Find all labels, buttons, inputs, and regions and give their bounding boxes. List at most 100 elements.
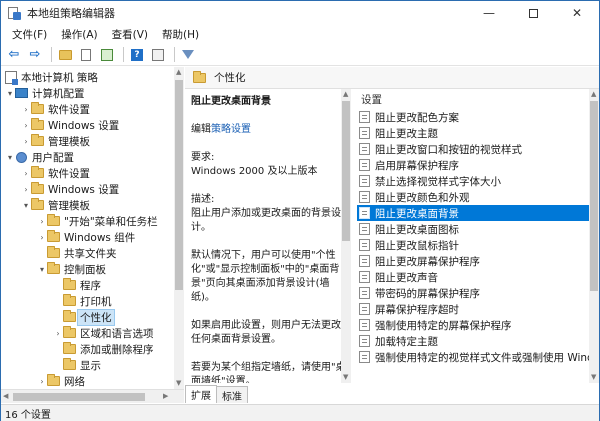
list-item[interactable]: 阻止更改窗口和按钮的视觉样式 xyxy=(357,141,591,157)
scrollbar-thumb[interactable] xyxy=(175,80,183,290)
tree-item-user-config[interactable]: ▾ 用户配置 xyxy=(5,149,74,165)
edit-policy-link[interactable]: 策略设置 xyxy=(211,124,251,135)
list-item-selected[interactable]: 阻止更改桌面背景 xyxy=(357,205,591,221)
tree-item-add-remove[interactable]: 添加或删除程序 xyxy=(53,341,154,357)
chevron-right-icon[interactable]: › xyxy=(37,217,47,226)
chevron-down-icon[interactable]: ▾ xyxy=(37,265,47,274)
list-item[interactable]: 阻止更改主题 xyxy=(357,125,591,141)
tree-item-user-software[interactable]: › 软件设置 xyxy=(21,165,90,181)
list-item[interactable]: 强制使用特定的屏幕保护程序 xyxy=(357,317,591,333)
list-item-label: 阻止更改声音 xyxy=(375,271,438,284)
chevron-right-icon[interactable]: › xyxy=(21,169,31,178)
tab-extended[interactable]: 扩展 xyxy=(185,385,217,403)
tree-item-label: Windows 设置 xyxy=(48,183,120,196)
tree-item-start-menu[interactable]: › "开始"菜单和任务栏 xyxy=(37,213,158,229)
tree-item-user-windows[interactable]: › Windows 设置 xyxy=(21,181,119,197)
policy-setting-icon xyxy=(359,159,370,171)
list-item[interactable]: 启用屏幕保护程序 xyxy=(357,157,591,173)
chevron-right-icon[interactable]: › xyxy=(53,329,63,338)
tree-item-display[interactable]: 显示 xyxy=(53,357,101,373)
tree-item-user-admin[interactable]: ▾ 管理模板 xyxy=(21,197,90,213)
scroll-right-icon[interactable]: ▶ xyxy=(163,392,168,400)
minimize-button[interactable]: — xyxy=(467,1,511,25)
tree-item-control-panel[interactable]: ▾ 控制面板 xyxy=(37,261,106,277)
tree-item-root[interactable]: 本地计算机 策略 xyxy=(5,69,98,85)
chevron-right-icon[interactable]: › xyxy=(37,377,47,386)
title-bar: 本地组策略编辑器 — ✕ xyxy=(1,1,599,25)
chevron-right-icon[interactable]: › xyxy=(21,137,31,146)
list-item-label: 启用屏幕保护程序 xyxy=(375,159,459,172)
scroll-down-icon[interactable]: ▼ xyxy=(176,379,181,387)
list-item[interactable]: 阻止更改颜色和外观 xyxy=(357,189,591,205)
menu-help[interactable]: 帮助(H) xyxy=(155,27,206,42)
policy-document-icon xyxy=(5,70,18,85)
console-button[interactable] xyxy=(149,46,167,64)
list-item-label: 带密码的屏幕保护程序 xyxy=(375,287,480,300)
menu-view[interactable]: 查看(V) xyxy=(105,27,155,42)
chevron-down-icon[interactable]: ▾ xyxy=(5,153,15,162)
tree-item-computer-software[interactable]: › 软件设置 xyxy=(21,101,90,117)
help-button[interactable]: ? xyxy=(128,46,146,64)
tree-item-windows-components[interactable]: › Windows 组件 xyxy=(37,229,135,245)
list-item[interactable]: 阻止更改屏幕保护程序 xyxy=(357,253,591,269)
tree-item-programs[interactable]: 程序 xyxy=(53,277,101,293)
tree-item-shared-folders[interactable]: 共享文件夹 xyxy=(37,245,117,261)
scroll-down-icon[interactable]: ▼ xyxy=(591,373,596,381)
maximize-button[interactable] xyxy=(511,1,555,25)
tree-item-computer-admin[interactable]: › 管理模板 xyxy=(21,133,90,149)
tree-item-personalization[interactable]: 个性化 xyxy=(53,308,115,326)
tree-horizontal-scrollbar[interactable]: ◀ ▶ xyxy=(1,389,184,403)
scrollbar-thumb[interactable] xyxy=(590,101,598,291)
scroll-up-icon[interactable]: ▲ xyxy=(176,68,181,76)
properties-button[interactable] xyxy=(77,46,95,64)
list-item[interactable]: 阻止更改桌面图标 xyxy=(357,221,591,237)
list-item[interactable]: 加载特定主题 xyxy=(357,333,591,349)
menu-file[interactable]: 文件(F) xyxy=(5,27,54,42)
back-button[interactable]: ⇦ xyxy=(5,46,23,64)
up-folder-button[interactable] xyxy=(56,46,74,64)
description-scrollbar[interactable]: ▲ ▼ xyxy=(341,89,351,383)
tree-item-computer-config[interactable]: ▾ 计算机配置 xyxy=(5,85,85,101)
tree-item-computer-windows[interactable]: › Windows 设置 xyxy=(21,117,119,133)
tab-standard[interactable]: 标准 xyxy=(216,386,248,403)
list-item[interactable]: 强制使用特定的视觉样式文件或强制使用 Windows 经典 xyxy=(357,349,599,365)
tree-vertical-scrollbar[interactable]: ▲ ▼ xyxy=(174,67,184,389)
export-button[interactable] xyxy=(98,46,116,64)
policy-setting-icon xyxy=(359,111,370,123)
list-item[interactable]: 阻止更改配色方案 xyxy=(357,109,591,125)
chevron-right-icon[interactable]: › xyxy=(21,105,31,114)
close-button[interactable]: ✕ xyxy=(555,1,599,25)
list-item[interactable]: 禁止选择视觉样式字体大小 xyxy=(357,173,591,189)
list-item-label: 阻止更改颜色和外观 xyxy=(375,191,470,204)
chevron-right-icon[interactable]: › xyxy=(21,121,31,130)
tree-item-label: 网络 xyxy=(64,375,85,388)
edit-line: 编辑策略设置 xyxy=(191,123,346,137)
list-item[interactable]: 屏幕保护程序超时 xyxy=(357,301,591,317)
filter-button[interactable] xyxy=(179,46,197,64)
column-header-setting[interactable]: 设置 xyxy=(351,89,599,109)
tree-item-network[interactable]: › 网络 xyxy=(37,373,85,389)
scrollbar-thumb[interactable] xyxy=(342,101,350,241)
scrollbar-thumb[interactable] xyxy=(13,393,145,401)
tree-item-label: 共享文件夹 xyxy=(64,247,117,260)
folder-icon xyxy=(63,294,76,306)
menu-action[interactable]: 操作(A) xyxy=(54,27,104,42)
scroll-left-icon[interactable]: ◀ xyxy=(3,392,8,400)
tree-item-printers[interactable]: 打印机 xyxy=(53,293,112,309)
scroll-up-icon[interactable]: ▲ xyxy=(343,90,348,98)
list-vertical-scrollbar[interactable]: ▲ ▼ xyxy=(589,89,599,383)
policy-setting-icon xyxy=(359,303,370,315)
scroll-up-icon[interactable]: ▲ xyxy=(591,90,596,98)
list-item[interactable]: 阻止更改声音 xyxy=(357,269,591,285)
chevron-down-icon[interactable]: ▾ xyxy=(5,89,15,98)
chevron-down-icon[interactable]: ▾ xyxy=(21,201,31,210)
scroll-down-icon[interactable]: ▼ xyxy=(343,373,348,381)
list-item[interactable]: 带密码的屏幕保护程序 xyxy=(357,285,591,301)
tree-item-regional[interactable]: › 区域和语言选项 xyxy=(53,325,154,341)
chevron-right-icon[interactable]: › xyxy=(37,233,47,242)
list-item[interactable]: 阻止更改鼠标指针 xyxy=(357,237,591,253)
forward-button[interactable]: ⇨ xyxy=(26,46,44,64)
tree-item-label: 添加或删除程序 xyxy=(80,343,154,356)
chevron-right-icon[interactable]: › xyxy=(21,185,31,194)
policy-setting-icon xyxy=(359,287,370,299)
